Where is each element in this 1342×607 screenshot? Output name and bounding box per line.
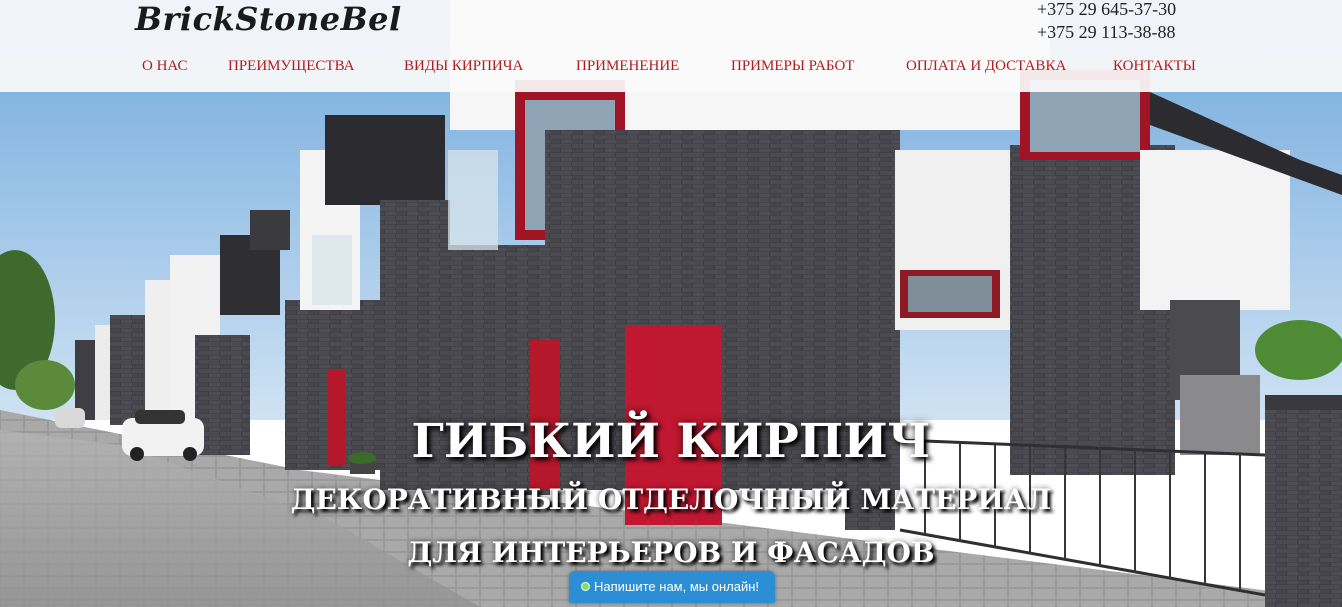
phone-number-1[interactable]: +375 29 645-37-30 [1037,0,1176,21]
nav-item-payment-delivery[interactable]: ОПЛАТА И ДОСТАВКА [906,58,1066,75]
phone-numbers: +375 29 645-37-30 +375 29 113-38-88 [1037,0,1176,44]
phone-number-2[interactable]: +375 29 113-38-88 [1037,21,1176,44]
hero-title: ГИБКИЙ КИРПИЧ [411,414,931,469]
hero-subtitle-line1: ДЕКОРАТИВНЫЙ ОТДЕЛОЧНЫЙ МАТЕРИАЛ [290,483,1052,516]
nav-item-brick-types[interactable]: ВИДЫ КИРПИЧА [404,58,523,75]
online-chat-button[interactable]: Напишите нам, мы онлайн! [569,571,775,603]
nav-item-about[interactable]: О НАС [142,58,188,75]
nav-item-advantages[interactable]: ПРЕИМУЩЕСТВА [228,58,354,75]
hero-subtitle-line2: ДЛЯ ИНТЕРЬЕРОВ И ФАСАДОВ [407,536,935,569]
site-header: BrickStoneBel +375 29 645-37-30 +375 29 … [0,0,1342,92]
nav-item-portfolio[interactable]: ПРИМЕРЫ РАБОТ [731,58,854,75]
online-status-icon [581,582,590,591]
chat-label: Напишите нам, мы онлайн! [594,579,760,594]
main-navigation: О НАС ПРЕИМУЩЕСТВА ВИДЫ КИРПИЧА ПРИМЕНЕН… [0,58,1342,80]
site-logo[interactable]: BrickStoneBel [135,0,402,38]
nav-item-contacts[interactable]: КОНТАКТЫ [1113,58,1196,75]
nav-item-application[interactable]: ПРИМЕНЕНИЕ [576,58,679,75]
